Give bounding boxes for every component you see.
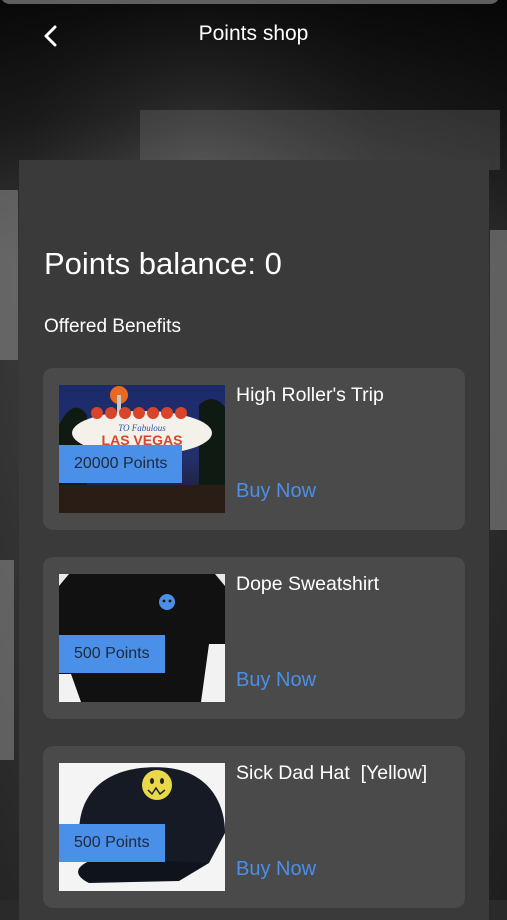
page-title: Points shop: [198, 22, 309, 45]
background-shape: [490, 230, 507, 530]
window-grip: [0, 0, 500, 4]
benefit-card[interactable]: 500 Points Dope Sweatshirt Buy Now: [43, 557, 465, 719]
points-balance: Points balance: 0: [44, 246, 282, 281]
benefit-image-las-vegas: TO Fabulous LAS VEGAS 20000 Points: [59, 385, 225, 513]
points-badge: 500 Points: [59, 635, 165, 673]
section-title: Offered Benefits: [44, 316, 181, 337]
buy-now-button[interactable]: Buy Now: [236, 858, 316, 881]
benefit-card[interactable]: TO Fabulous LAS VEGAS 20000 Points High …: [43, 368, 465, 530]
background-shape: [0, 190, 18, 360]
benefit-image-hat: 500 Points: [59, 763, 225, 891]
buy-now-button[interactable]: Buy Now: [236, 669, 316, 692]
benefit-title: Sick Dad Hat [Yellow]: [236, 762, 428, 784]
top-bar: Points shop: [0, 0, 507, 72]
background-shape: [0, 560, 14, 760]
benefit-card[interactable]: 500 Points Sick Dad Hat [Yellow] Buy Now: [43, 746, 465, 908]
benefit-title: Dope Sweatshirt: [236, 573, 380, 595]
points-badge: 500 Points: [59, 824, 165, 862]
buy-now-button[interactable]: Buy Now: [236, 480, 316, 503]
points-badge: 20000 Points: [59, 445, 183, 483]
benefit-title: High Roller's Trip: [236, 384, 384, 406]
benefit-image-sweatshirt: 500 Points: [59, 574, 225, 702]
